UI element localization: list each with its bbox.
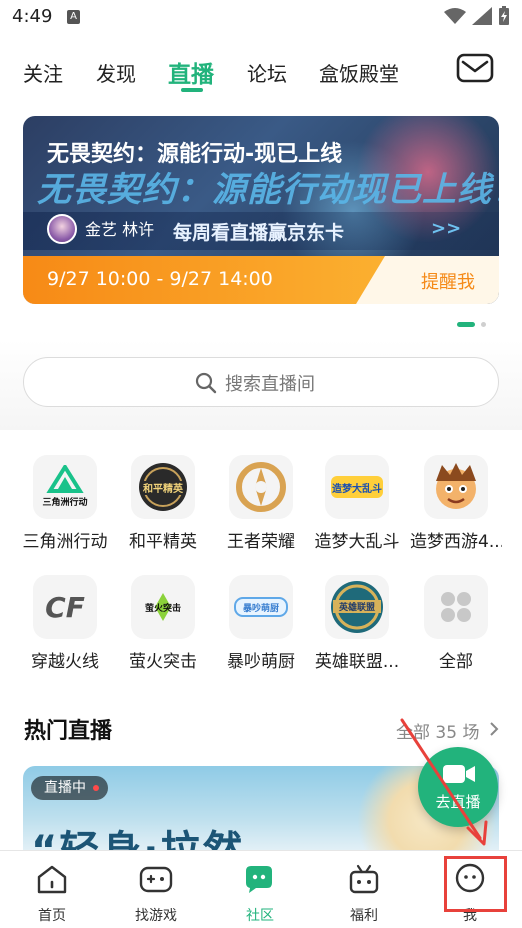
nav-label: 福利 xyxy=(350,908,378,924)
carousel-indicator xyxy=(457,322,486,327)
signal-icon xyxy=(472,7,492,25)
status-bar: 4:49 A xyxy=(0,0,522,36)
search-icon xyxy=(195,372,217,394)
active-tab-indicator xyxy=(181,88,203,92)
honor-of-kings-icon xyxy=(229,455,293,519)
streamer-avatar xyxy=(47,214,77,244)
remind-me-button[interactable]: 提醒我 xyxy=(421,268,475,294)
banner-art-text: 无畏契约：源能行动现已上线！ xyxy=(37,170,499,210)
game-item-delta-force[interactable]: 三角洲行动 三角洲行动 xyxy=(19,455,111,552)
game-label: 萤火突击 xyxy=(129,652,197,672)
status-icons xyxy=(444,6,510,26)
top-tabs: 关注 发现 直播 论坛 盒饭殿堂 xyxy=(0,50,522,94)
game-item-league[interactable]: 英雄联盟 英雄联盟... xyxy=(311,575,403,672)
firefly-assault-icon: 萤火突击 xyxy=(131,575,195,639)
carousel-dot xyxy=(481,322,486,327)
game-label: 暴吵萌厨 xyxy=(227,652,295,672)
tab-live[interactable]: 直播 xyxy=(168,55,214,89)
league-icon: 英雄联盟 xyxy=(325,575,389,639)
game-label: 穿越火线 xyxy=(31,652,99,672)
tab-follow[interactable]: 关注 xyxy=(23,58,63,87)
crossfire-icon: CF xyxy=(33,575,97,639)
banner-art-subtext: 每周看直播赢京东卡 xyxy=(173,222,345,244)
banner-title: 无畏契约：源能行动-现已上线 xyxy=(47,142,343,167)
battery-icon xyxy=(499,6,509,25)
nav-item-home[interactable]: 首页 xyxy=(12,863,92,925)
go-live-label: 去直播 xyxy=(435,793,481,811)
banner-time-range: 9/27 10:00 - 9/27 14:00 xyxy=(47,268,273,290)
wifi-icon xyxy=(444,8,466,24)
tab-discover[interactable]: 发现 xyxy=(96,58,136,87)
game-item-crossfire[interactable]: CF 穿越火线 xyxy=(19,575,111,672)
peace-elite-icon: 和平精英 xyxy=(131,455,195,519)
zaomeng-journey-icon xyxy=(424,455,488,519)
game-item-cute-chef[interactable]: 暴吵萌厨 暴吵萌厨 xyxy=(215,575,307,672)
game-item-zaomeng-journey[interactable]: 造梦西游4... xyxy=(410,455,502,552)
video-camera-icon xyxy=(443,765,475,783)
search-placeholder: 搜索直播间 xyxy=(225,374,315,395)
live-badge-label: 直播中 xyxy=(44,780,86,796)
go-live-button[interactable]: 去直播 xyxy=(418,747,498,827)
svg-text:三角洲行动: 三角洲行动 xyxy=(42,496,87,508)
search-input[interactable]: 搜索直播间 xyxy=(23,357,499,407)
nav-item-welfare[interactable]: 福利 xyxy=(324,863,404,925)
game-label: 造梦大乱斗 xyxy=(314,532,400,552)
notification-icon: A xyxy=(67,10,80,24)
game-item-all[interactable]: 全部 xyxy=(410,575,502,672)
svg-text:萤火突击: 萤火突击 xyxy=(145,602,181,614)
chevron-right-icon[interactable] xyxy=(488,721,500,737)
home-icon xyxy=(37,865,67,894)
streamer-name: 金艺 林许 xyxy=(85,220,155,239)
game-label: 和平精英 xyxy=(129,532,197,552)
svg-text:和平精英: 和平精英 xyxy=(142,482,184,495)
live-status-badge: 直播中 xyxy=(31,776,108,800)
game-label: 三角洲行动 xyxy=(22,532,108,552)
svg-text:造梦大乱斗: 造梦大乱斗 xyxy=(332,482,382,495)
hot-live-all-link[interactable]: 全部 35 场 xyxy=(396,718,479,743)
game-label: 王者荣耀 xyxy=(227,532,295,552)
svg-text:英雄联盟: 英雄联盟 xyxy=(338,601,375,613)
hot-live-title: 热门直播 xyxy=(24,719,113,744)
nav-label: 社区 xyxy=(246,908,274,924)
game-item-firefly-assault[interactable]: 萤火突击 萤火突击 xyxy=(117,575,209,672)
nav-item-community[interactable]: 社区 xyxy=(220,863,300,925)
zaomeng-brawl-icon: 造梦大乱斗 xyxy=(325,455,389,519)
mail-icon[interactable] xyxy=(456,52,494,84)
nav-label: 首页 xyxy=(38,908,66,924)
game-item-honor-of-kings[interactable]: 王者荣耀 xyxy=(215,455,307,552)
nav-item-find-games[interactable]: 找游戏 xyxy=(116,863,196,925)
gift-icon xyxy=(349,864,379,894)
game-item-peace-elite[interactable]: 和平精英 和平精英 xyxy=(117,455,209,552)
annotation-highlight-box xyxy=(444,856,507,912)
carousel-dot-active xyxy=(457,322,475,327)
game-label: 全部 xyxy=(439,652,473,672)
svg-text:暴吵萌厨: 暴吵萌厨 xyxy=(242,602,279,614)
banner-arrows-icon: >> xyxy=(431,218,462,239)
delta-force-icon: 三角洲行动 xyxy=(33,455,97,519)
cute-chef-icon: 暴吵萌厨 xyxy=(229,575,293,639)
game-category-grid: 三角洲行动 三角洲行动 和平精英 和平精英 王者荣耀 造梦大乱斗 造梦大乱斗 造… xyxy=(0,430,522,700)
game-label: 英雄联盟... xyxy=(314,652,400,672)
status-time: 4:49 xyxy=(12,6,53,27)
nav-label: 找游戏 xyxy=(135,908,177,924)
featured-banner[interactable]: 无畏契约：源能行动现已上线！ 每周看直播赢京东卡 >> 无畏契约：源能行动-现已… xyxy=(23,116,499,304)
gamepad-icon xyxy=(139,866,173,893)
svg-text:CF: CF xyxy=(45,591,85,624)
community-icon xyxy=(246,866,272,893)
tab-forum[interactable]: 论坛 xyxy=(247,58,287,87)
game-item-zaomeng-brawl[interactable]: 造梦大乱斗 造梦大乱斗 xyxy=(311,455,403,552)
live-dot-icon xyxy=(93,785,99,791)
tab-hall[interactable]: 盒饭殿堂 xyxy=(319,58,399,87)
game-label: 造梦西游4... xyxy=(410,532,502,552)
all-games-icon xyxy=(424,575,488,639)
